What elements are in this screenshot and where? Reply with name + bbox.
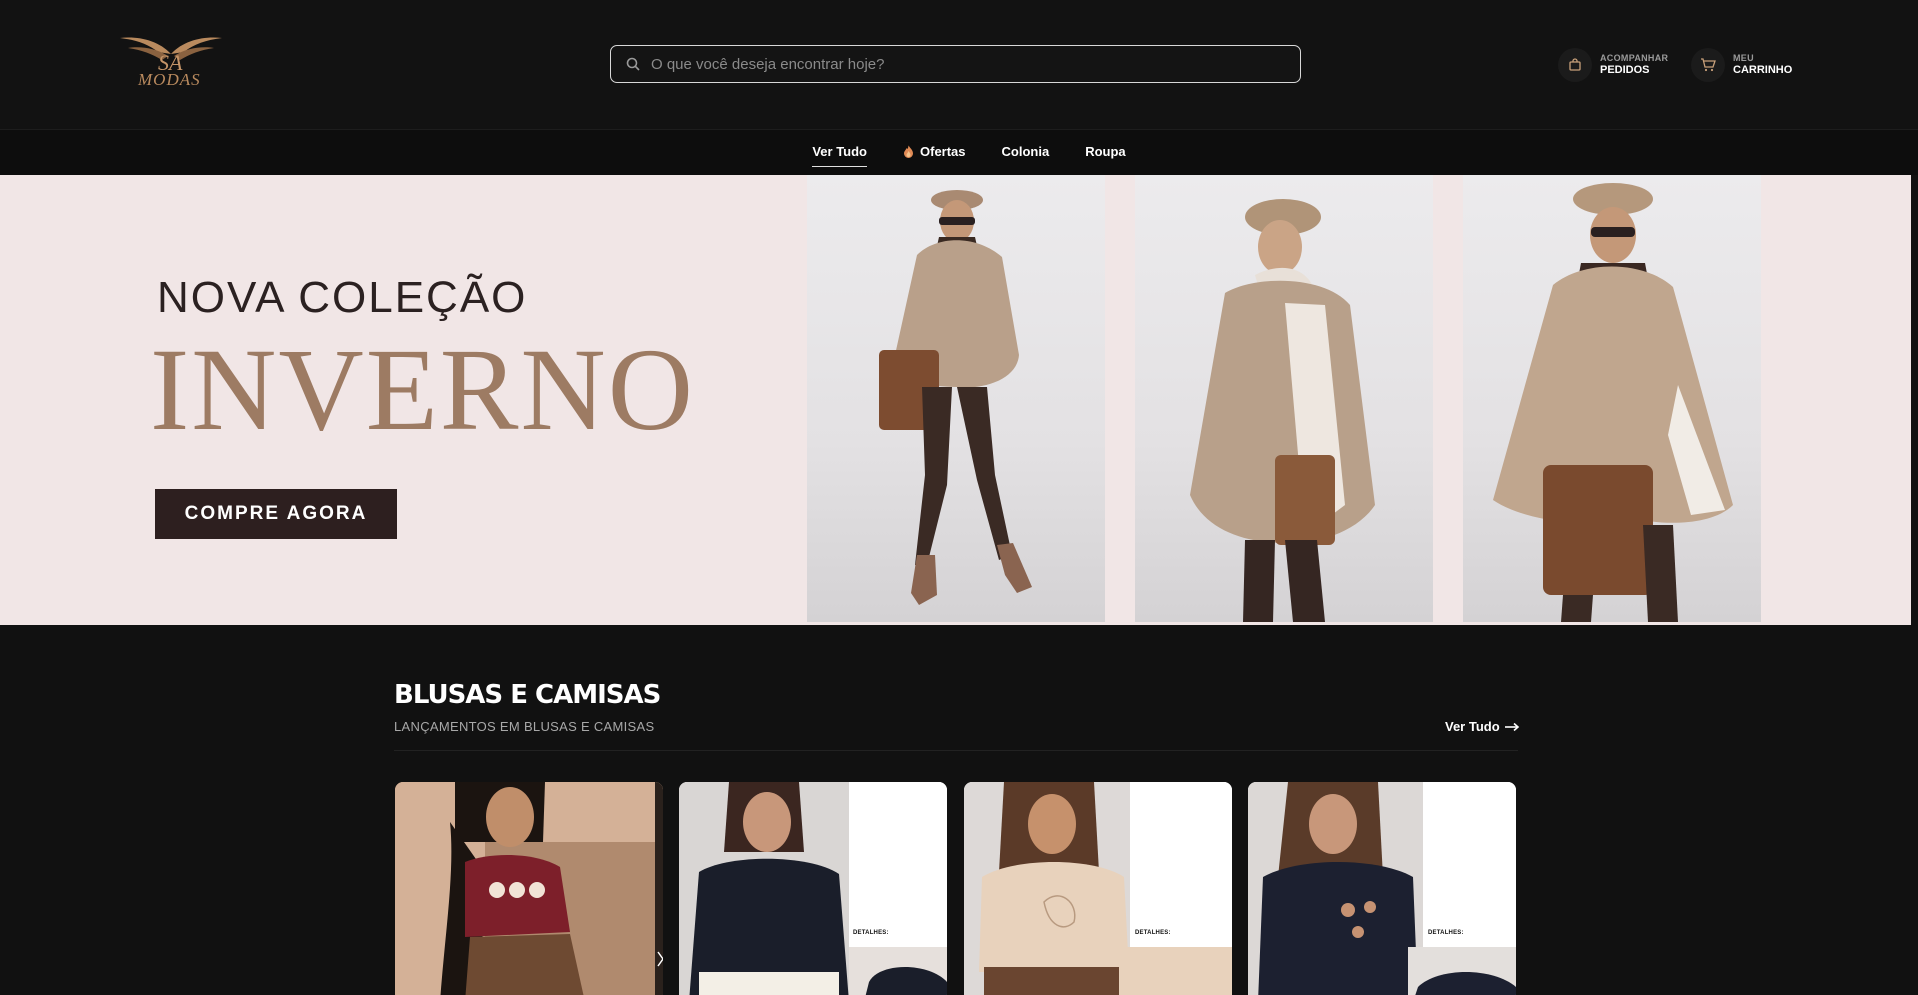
model-photo-image <box>1190 199 1375 622</box>
product-detail-label: DETALHES: <box>1428 930 1464 936</box>
nav-item-label: Ver Tudo <box>812 144 867 159</box>
search-icon <box>626 57 640 71</box>
flame-icon <box>904 145 913 158</box>
product-card[interactable] <box>395 782 663 995</box>
arrow-right-icon <box>1504 722 1519 731</box>
nav-item-ofertas[interactable]: Ofertas <box>903 144 966 161</box>
product-card[interactable]: DETALHES: <box>679 782 947 995</box>
orders-label: PEDIDOS <box>1600 64 1650 76</box>
track-orders-link[interactable]: ACOMPANHAR PEDIDOS <box>1558 48 1668 82</box>
model-photo-image <box>1493 183 1733 622</box>
category-nav: Ver Tudo Ofertas Colonia Roupa <box>0 130 1918 175</box>
cart-icon-wrap <box>1691 48 1725 82</box>
cart-small-label: MEU <box>1733 53 1754 63</box>
nav-item-label: Roupa <box>1085 144 1126 159</box>
cart-label: CARRINHO <box>1733 64 1793 76</box>
shop-now-button[interactable]: COMPRE AGORA <box>155 489 397 539</box>
product-card[interactable]: DETALHES: <box>964 782 1232 995</box>
section-subtitle: LANÇAMENTOS EM BLUSAS E CAMISAS <box>394 719 655 734</box>
product-card[interactable]: DETALHES: <box>1248 782 1516 995</box>
logo-text: MODAS <box>138 70 201 89</box>
banner-photo-3 <box>1463 175 1761 622</box>
banner-photo-2 <box>1135 175 1433 622</box>
brand-logo[interactable]: SA MODAS <box>118 30 224 96</box>
product-image <box>1248 782 1516 995</box>
nav-item-colonia[interactable]: Colonia <box>1002 144 1050 161</box>
banner-subtitle: NOVA COLEÇÃO <box>157 273 528 322</box>
site-header: SA MODAS ACOMPANHAR PEDIDOS <box>0 0 1918 130</box>
nav-item-label: Colonia <box>1001 144 1050 159</box>
cart-link[interactable]: MEU CARRINHO <box>1691 48 1792 82</box>
hero-banner[interactable]: NOVA COLEÇÃO INVERNO COMPRE AGORA <box>0 175 1911 625</box>
section-divider <box>394 750 1518 751</box>
model-photo-image <box>879 190 1032 605</box>
product-image <box>679 782 947 995</box>
nav-item-label: Ofertas <box>920 144 966 159</box>
product-detail-label: DETALHES: <box>1135 930 1171 936</box>
search-input[interactable] <box>651 55 1271 73</box>
banner-photo-1 <box>807 175 1105 622</box>
nav-item-ver-tudo[interactable]: Ver Tudo <box>812 144 867 167</box>
view-all-label: Ver Tudo <box>1445 719 1500 734</box>
bag-icon <box>1569 58 1581 71</box>
product-image <box>964 782 1232 995</box>
orders-small-label: ACOMPANHAR <box>1600 53 1669 63</box>
product-detail-label: DETALHES: <box>853 930 889 936</box>
cart-icon <box>1701 58 1716 72</box>
banner-title: INVERNO <box>150 324 695 455</box>
section-title: BLUSAS E CAMISAS <box>394 680 661 710</box>
product-image <box>395 782 663 995</box>
nav-item-roupa[interactable]: Roupa <box>1085 144 1125 161</box>
bag-icon-wrap <box>1558 48 1592 82</box>
search-bar[interactable] <box>610 45 1301 83</box>
wings-logo-icon: SA <box>120 37 222 75</box>
section-view-all-link[interactable]: Ver Tudo <box>1445 719 1520 734</box>
